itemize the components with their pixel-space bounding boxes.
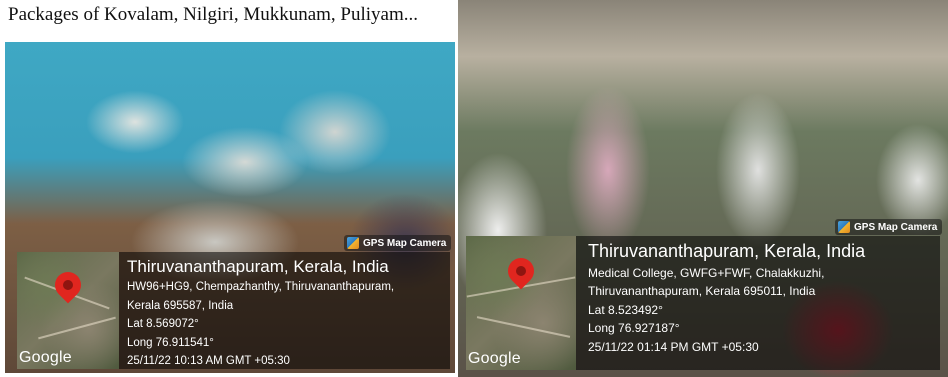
gps-info-overlay: Google Thiruvananthapuram, Kerala, India… — [466, 236, 940, 370]
latitude: Lat 8.523492° — [588, 302, 663, 317]
longitude: Long 76.927187° — [588, 321, 680, 335]
gps-camera-badge: GPS Map Camera — [344, 235, 452, 251]
gps-camera-icon — [347, 237, 359, 249]
location-title: Thiruvananthapuram, Kerala, India — [127, 257, 389, 276]
timestamp: 25/11/22 10:13 AM GMT +05:30 — [127, 355, 290, 367]
timestamp: 25/11/22 01:14 PM GMT +05:30 — [588, 339, 759, 354]
location-details: Thiruvananthapuram, Kerala, India Medica… — [588, 242, 936, 353]
gps-camera-icon — [838, 221, 850, 233]
gps-camera-badge: GPS Map Camera — [835, 219, 943, 235]
address-line-2: Thiruvananthapuram, Kerala 695011, India — [588, 284, 816, 298]
google-logo: Google — [19, 349, 72, 366]
badge-label: GPS Map Camera — [363, 237, 447, 249]
longitude: Long 76.911541° — [127, 336, 214, 349]
latitude: Lat 8.569072° — [127, 318, 199, 330]
address-line-1: Medical College, GWFG+FWF, Chalakkuzhi, — [588, 265, 825, 280]
photo-people: GPS Map Camera Google Thiruvananthapuram… — [458, 0, 948, 377]
photo-bundles: GPS Map Camera Google Thiruvananthapuram… — [5, 42, 455, 373]
location-title: Thiruvananthapuram, Kerala, India — [588, 241, 866, 261]
badge-label: GPS Map Camera — [854, 221, 938, 233]
map-thumbnail: Google — [17, 252, 119, 369]
address-line-1: HW96+HG9, Chempazhanthy, Thiruvananthapu… — [127, 281, 395, 293]
google-logo: Google — [468, 350, 521, 367]
map-thumbnail: Google — [466, 236, 576, 370]
gps-info-overlay: Google Thiruvananthapuram, Kerala, India… — [17, 252, 450, 369]
caption-text: Packages of Kovalam, Nilgiri, Mukkunam, … — [8, 4, 419, 25]
address-line-2: Kerala 695587, India — [127, 299, 234, 312]
location-details: Thiruvananthapuram, Kerala, India HW96+H… — [127, 258, 445, 368]
